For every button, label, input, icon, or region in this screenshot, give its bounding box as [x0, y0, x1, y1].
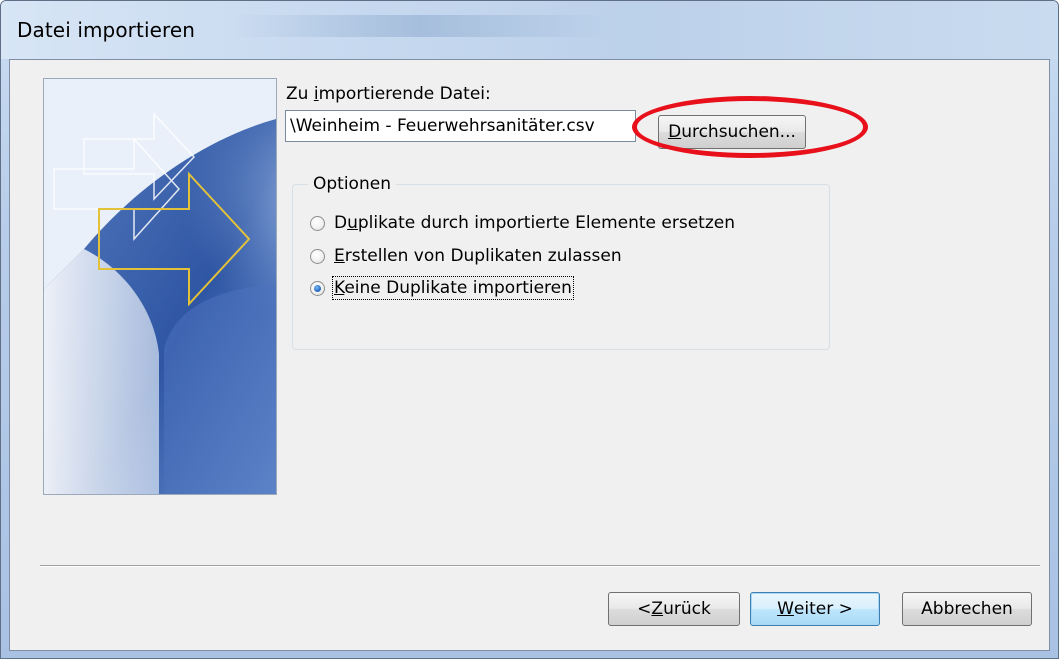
- browse-button[interactable]: Durchsuchen...: [658, 115, 806, 149]
- options-group-title: Optionen: [308, 174, 396, 194]
- radio-button[interactable]: [310, 248, 325, 264]
- file-field-label: Zu importierende Datei:: [286, 84, 491, 104]
- back-button[interactable]: < Zurück: [608, 592, 740, 626]
- next-button[interactable]: Weiter >: [750, 592, 880, 626]
- option-allow-duplicates[interactable]: Erstellen von Duplikaten zulassen: [310, 246, 622, 266]
- title-bar[interactable]: Datei importieren: [1, 1, 1058, 59]
- import-dialog: Datei importieren Zu importierende Datei…: [0, 0, 1059, 659]
- background-window-ghost: [231, 15, 611, 37]
- radio-button-selected[interactable]: [310, 280, 325, 296]
- file-path-input[interactable]: \Weinheim - Feuerwehrsanitäter.csv: [285, 110, 636, 142]
- cancel-button[interactable]: Abbrechen: [902, 592, 1032, 626]
- radio-button[interactable]: [310, 215, 325, 231]
- options-groupbox: [292, 184, 830, 350]
- option-no-duplicates[interactable]: Keine Duplikate importieren: [310, 276, 574, 300]
- option-label: Erstellen von Duplikaten zulassen: [334, 246, 622, 266]
- wizard-arrows-graphic: [44, 79, 276, 494]
- option-replace-duplicates[interactable]: Duplikate durch importierte Elemente ers…: [310, 213, 735, 233]
- option-label: Keine Duplikate importieren: [332, 276, 574, 300]
- wizard-illustration: [43, 78, 277, 495]
- option-label: Duplikate durch importierte Elemente ers…: [334, 213, 735, 233]
- footer-separator: [40, 565, 1040, 567]
- dialog-title: Datei importieren: [17, 18, 196, 42]
- dialog-client-area: Zu importierende Datei: \Weinheim - Feue…: [9, 59, 1050, 651]
